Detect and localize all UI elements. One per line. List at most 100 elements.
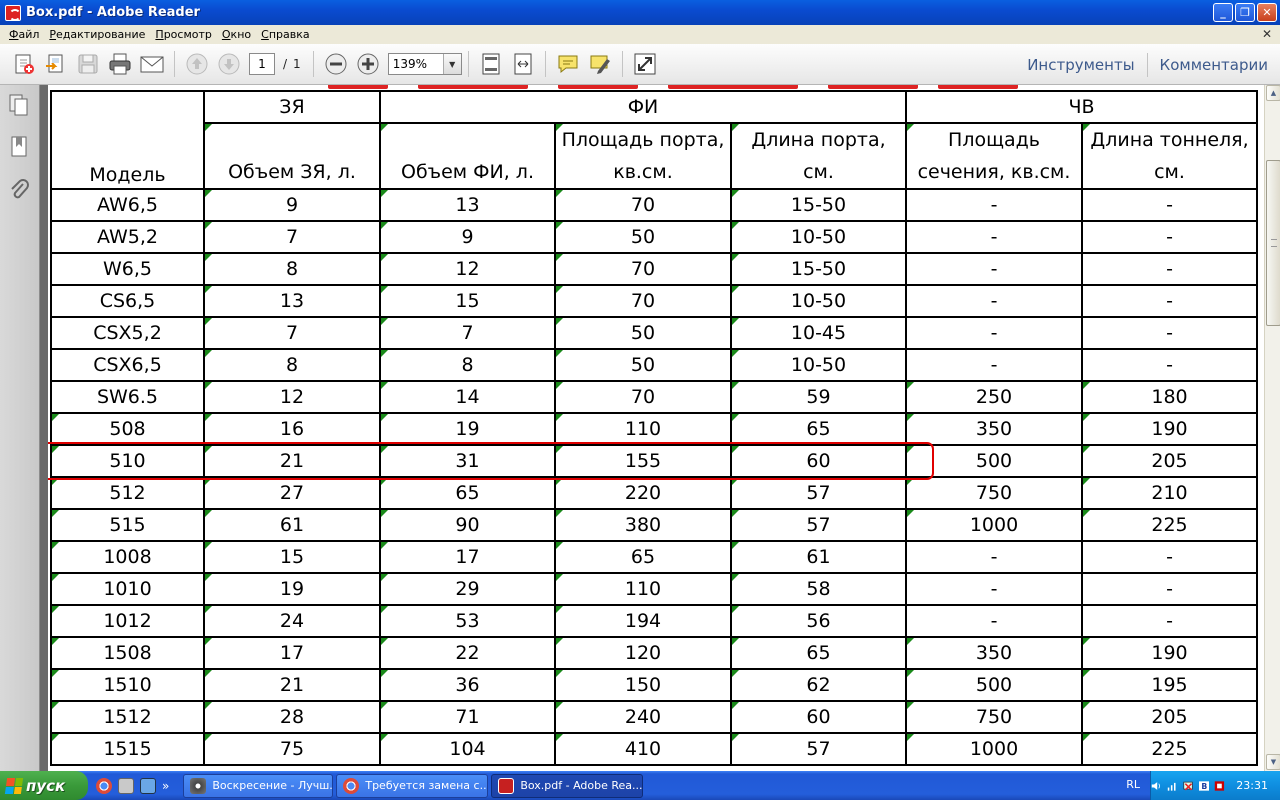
task-button-player[interactable]: Воскресение - Лучш...: [183, 773, 334, 798]
menu-item-2[interactable]: Просмотр: [150, 28, 216, 41]
value-cell: 65: [379, 476, 556, 510]
column-header-line: сечения, кв.см.: [917, 161, 1071, 183]
print-button[interactable]: [106, 50, 134, 78]
start-button[interactable]: пуск: [0, 771, 88, 800]
column-header-label: Модель: [89, 164, 166, 186]
attachment-icon[interactable]: [8, 178, 30, 202]
value-cell: 60: [730, 700, 907, 734]
value-cell: 220: [554, 476, 732, 510]
quick-launch-more[interactable]: »: [162, 779, 169, 793]
value-cell: 60: [730, 444, 907, 478]
toolbar: 1 / 1 139% ▼ Инструменты Комментарии: [0, 44, 1280, 85]
zoom-out-button[interactable]: [322, 50, 350, 78]
document-view[interactable]: Модель ЗЯ ФИ ЧВ Объем ЗЯ, л. Объем ФИ, л. Площ…: [48, 85, 1264, 771]
value-cell: 750: [905, 476, 1083, 510]
network-signal-icon[interactable]: [1167, 779, 1178, 793]
scroll-up-arrow[interactable]: ▲: [1266, 85, 1280, 101]
value-cell: -: [905, 540, 1083, 574]
model-cell: AW6,5: [50, 188, 205, 222]
document-close-icon[interactable]: ✕: [1262, 27, 1272, 41]
keyboard-layout-icon[interactable]: B: [1198, 779, 1210, 793]
email-button[interactable]: [138, 50, 166, 78]
next-page-button[interactable]: [215, 50, 243, 78]
speaker-box-table: Модель ЗЯ ФИ ЧВ Объем ЗЯ, л. Объем ФИ, л. Площ…: [50, 90, 1258, 766]
close-button[interactable]: ✕: [1257, 3, 1277, 22]
calculator-icon[interactable]: [118, 777, 134, 794]
desktop-icon[interactable]: [140, 777, 156, 794]
full-screen-button[interactable]: [631, 50, 659, 78]
vertical-scrollbar[interactable]: ▲ ▼: [1264, 85, 1280, 771]
volume-icon[interactable]: [1151, 779, 1162, 793]
add-comment-button[interactable]: [554, 50, 582, 78]
create-pdf-icon: [15, 54, 34, 74]
table-row: 1508 17 22 120 65 350 190: [50, 636, 1258, 670]
value-cell: 225: [1081, 508, 1258, 542]
toolbar-separator: [467, 51, 469, 77]
column-header-line: см.: [803, 161, 834, 183]
model-cell: SW6.5: [50, 380, 205, 414]
minimize-icon: _: [1220, 6, 1226, 19]
value-cell: 240: [554, 700, 732, 734]
zoom-in-button[interactable]: [354, 50, 382, 78]
toolbar-separator: [312, 51, 314, 77]
value-cell: 1000: [905, 732, 1083, 766]
value-cell: 29: [379, 572, 556, 606]
chrome-icon[interactable]: [96, 777, 112, 794]
tools-pane-button[interactable]: Инструменты: [1015, 56, 1146, 74]
value-cell: -: [1081, 316, 1258, 350]
language-indicator[interactable]: RL: [1126, 778, 1140, 791]
fit-width-button[interactable]: [509, 50, 537, 78]
zoom-select[interactable]: 139% ▼: [387, 53, 462, 75]
menu-item-4[interactable]: Справка: [256, 28, 314, 41]
value-cell: 21: [203, 444, 381, 478]
maximize-button[interactable]: ❐: [1235, 3, 1255, 22]
menu-item-1[interactable]: Редактирование: [44, 28, 150, 41]
menu-accelerator: С: [261, 28, 269, 41]
model-cell: 515: [50, 508, 205, 542]
page-thumbnails-icon[interactable]: [8, 93, 30, 117]
value-cell: 21: [203, 668, 381, 702]
menu-item-0[interactable]: Файл: [4, 28, 44, 41]
task-button-chrome[interactable]: Требуется замена с...: [336, 773, 489, 798]
adobe-reader-icon: [5, 4, 21, 21]
column-header-line: Длина тоннеля,: [1090, 129, 1249, 151]
bookmark-icon[interactable]: [8, 135, 30, 159]
scroll-down-arrow[interactable]: ▼: [1266, 754, 1280, 770]
value-cell: 31: [379, 444, 556, 478]
network-error-icon[interactable]: [1183, 779, 1194, 793]
scroll-thumb[interactable]: [1266, 160, 1280, 326]
menu-accelerator: О: [221, 28, 231, 41]
column-header-line: Площадь: [948, 129, 1040, 151]
column-header-model: Модель: [50, 90, 205, 190]
tray-app-icon[interactable]: [1214, 779, 1225, 793]
task-button-adobe-reader[interactable]: Box.pdf - Adobe Rea...: [491, 773, 644, 798]
navigation-pane: [0, 85, 40, 771]
group-header-fi: ФИ: [379, 90, 907, 124]
value-cell: 380: [554, 508, 732, 542]
model-cell: CS6,5: [50, 284, 205, 318]
highlight-button[interactable]: [586, 50, 614, 78]
create-pdf-button[interactable]: [10, 50, 38, 78]
restore-icon: ❐: [1240, 6, 1250, 19]
table-row: 1008 15 17 65 61- -: [50, 540, 1258, 574]
value-cell: 205: [1081, 444, 1258, 478]
clock[interactable]: 23:31: [1236, 779, 1268, 792]
comments-pane-button[interactable]: Комментарии: [1148, 56, 1280, 74]
group-header-row: Модель ЗЯ ФИ ЧВ: [50, 90, 1258, 190]
value-cell: 50: [554, 348, 732, 382]
title-bar[interactable]: Box.pdf - Adobe Reader _ ❐ ✕: [0, 0, 1280, 25]
page-number-input[interactable]: 1: [249, 53, 275, 75]
minimize-button[interactable]: _: [1213, 3, 1233, 22]
save-button[interactable]: [74, 50, 102, 78]
share-files-button[interactable]: [42, 50, 70, 78]
column-header-line: Площадь порта,: [561, 129, 725, 151]
model-cell: W6,5: [50, 252, 205, 286]
menu-item-3[interactable]: Окно: [217, 28, 256, 41]
previous-page-button[interactable]: [183, 50, 211, 78]
fit-page-button[interactable]: [477, 50, 505, 78]
menu-accelerator: П: [155, 28, 164, 41]
value-cell: 65: [554, 540, 732, 574]
chevron-down-icon[interactable]: ▼: [442, 54, 461, 74]
value-cell: 7: [379, 316, 556, 350]
model-cell: 1515: [50, 732, 205, 766]
